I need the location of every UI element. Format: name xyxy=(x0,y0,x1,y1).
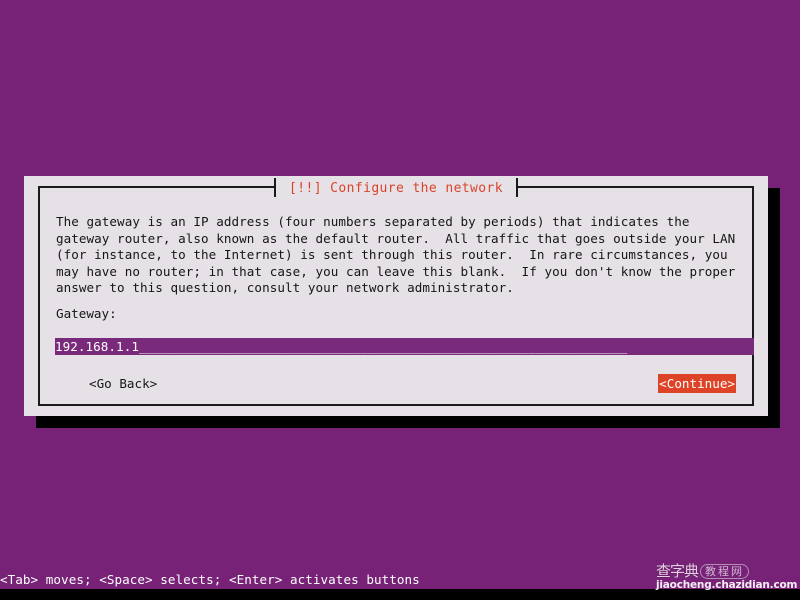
dialog-title-box: [!!] Configure the network xyxy=(274,177,518,199)
dialog-inner-frame: [!!] Configure the network The gateway i… xyxy=(38,177,754,406)
installer-screen: [!!] Configure the network The gateway i… xyxy=(0,0,800,600)
gateway-label: Gateway: xyxy=(56,306,117,321)
dialog-button-row: <Go Back> <Continue> xyxy=(40,374,752,394)
go-back-button[interactable]: <Go Back> xyxy=(88,374,158,393)
watermark-badge-text: 教程网 xyxy=(700,564,750,579)
watermark-url: jiaocheng.chazidian.com xyxy=(656,579,798,591)
dialog-title-bar: [!!] Configure the network xyxy=(40,177,752,199)
gateway-input[interactable] xyxy=(55,338,754,355)
continue-button[interactable]: <Continue> xyxy=(658,374,736,393)
dialog-description: The gateway is an IP address (four numbe… xyxy=(56,214,736,295)
watermark-logo-text: 查字典 xyxy=(656,562,699,580)
configure-network-dialog: [!!] Configure the network The gateway i… xyxy=(24,176,768,416)
site-watermark: 查字典 教程网 jiaocheng.chazidian.com xyxy=(656,562,798,592)
page-title: [!!] Configure the network xyxy=(289,181,503,196)
